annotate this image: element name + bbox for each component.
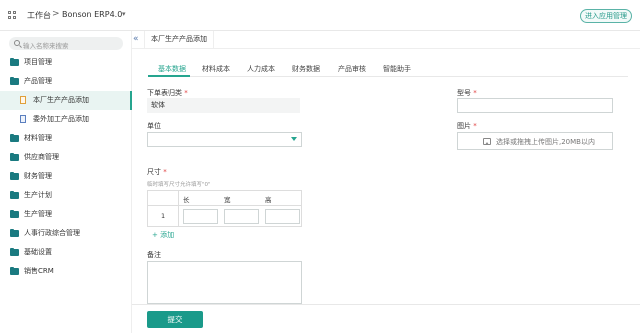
- sidebar-item-production-plan[interactable]: 生产计划: [0, 186, 132, 205]
- chevron-down-icon: [291, 137, 297, 141]
- size-table: 长 宽 高 1: [147, 190, 302, 227]
- breadcrumb-separator: >: [52, 9, 60, 19]
- folder-icon: [10, 228, 19, 237]
- image-icon: [483, 138, 491, 145]
- app-grid-icon[interactable]: [8, 11, 16, 19]
- chevron-down-icon[interactable]: ▾: [122, 10, 126, 18]
- search-input[interactable]: 输入名称来搜索: [9, 37, 123, 50]
- folder-icon: [10, 190, 19, 199]
- folder-icon: [10, 209, 19, 218]
- unit-select[interactable]: [147, 132, 302, 147]
- tab-product-review[interactable]: 产品审核: [338, 64, 366, 74]
- length-input[interactable]: [183, 209, 218, 224]
- tab-divider: [132, 48, 640, 49]
- form-tabs: 基本数据 材料成本 人力成本 财务数据 产品审核 智能助手: [148, 60, 628, 77]
- folder-icon: [10, 171, 19, 180]
- remark-textarea[interactable]: [147, 261, 302, 304]
- sidebar: 输入名称来搜索 项目管理 产品管理 本厂生产产品添加 委外加工产品添加 材料管理…: [0, 31, 132, 333]
- sidebar-item-finance[interactable]: 财务管理: [0, 167, 132, 186]
- unit-label: 单位: [147, 122, 161, 130]
- size-header-height: 高: [265, 196, 272, 204]
- tab-basic-data[interactable]: 基本数据: [158, 64, 186, 74]
- breadcrumb-home[interactable]: 工作台: [27, 10, 51, 21]
- remark-label: 备注: [147, 251, 161, 259]
- image-upload-area[interactable]: 选择或拖拽上传图片,20MB以内: [457, 132, 613, 150]
- sidebar-item-basic-settings[interactable]: 基础设置: [0, 243, 132, 262]
- size-label: 尺寸 *: [147, 168, 167, 176]
- tab-smart-assistant[interactable]: 智能助手: [383, 64, 411, 74]
- top-bar: 工作台 > Bonson ERP4.0 ▾ 进入应用管理: [0, 0, 640, 31]
- tab-finance-data[interactable]: 财务数据: [292, 64, 320, 74]
- sidebar-item-sales-crm[interactable]: 销售CRM: [0, 262, 132, 281]
- sidebar-menu: 项目管理 产品管理 本厂生产产品添加 委外加工产品添加 材料管理 供应商管理 财…: [0, 53, 132, 281]
- model-label: 型号 *: [457, 89, 477, 97]
- model-input[interactable]: [457, 98, 613, 113]
- size-hint: 临时填写尺寸允许填写"0": [147, 182, 211, 188]
- sidebar-item-project[interactable]: 项目管理: [0, 53, 132, 72]
- sidebar-item-material[interactable]: 材料管理: [0, 129, 132, 148]
- form-footer: [132, 304, 640, 333]
- submit-button[interactable]: 提交: [147, 311, 203, 328]
- document-icon: [20, 96, 26, 104]
- folder-icon: [10, 76, 19, 85]
- sidebar-item-supplier[interactable]: 供应商管理: [0, 148, 132, 167]
- height-input[interactable]: [265, 209, 300, 224]
- size-header-width: 宽: [224, 196, 231, 204]
- tab-labor-cost[interactable]: 人力成本: [247, 64, 275, 74]
- size-header-length: 长: [183, 196, 190, 204]
- add-size-row-button[interactable]: + 添加: [152, 230, 174, 240]
- folder-icon: [10, 133, 19, 142]
- breadcrumb-app[interactable]: Bonson ERP4.0: [62, 10, 122, 19]
- enter-app-management-button[interactable]: 进入应用管理: [580, 9, 632, 23]
- size-row-number: 1: [161, 212, 166, 220]
- search-placeholder: 输入名称来搜索: [23, 42, 69, 50]
- folder-icon: [10, 57, 19, 66]
- collapse-sidebar-icon[interactable]: «: [133, 34, 139, 44]
- sidebar-item-hr-admin[interactable]: 人事行政综合管理: [0, 224, 132, 243]
- sidebar-item-in-house-product-add[interactable]: 本厂生产产品添加: [0, 91, 132, 110]
- category-field[interactable]: 软体: [147, 98, 300, 113]
- tab-in-house-product-add[interactable]: 本厂生产产品添加: [144, 31, 214, 48]
- image-label: 图片 *: [457, 122, 477, 130]
- width-input[interactable]: [224, 209, 259, 224]
- folder-icon: [10, 152, 19, 161]
- folder-icon: [10, 266, 19, 275]
- sidebar-item-outsourced-product-add[interactable]: 委外加工产品添加: [0, 110, 132, 129]
- search-icon: [14, 40, 20, 46]
- tab-material-cost[interactable]: 材料成本: [202, 64, 230, 74]
- folder-icon: [10, 247, 19, 256]
- active-tab-indicator: [148, 75, 190, 77]
- sidebar-item-product[interactable]: 产品管理: [0, 72, 132, 91]
- category-label: 下单表归类 *: [147, 89, 188, 97]
- sidebar-item-production[interactable]: 生产管理: [0, 205, 132, 224]
- document-icon: [20, 115, 26, 123]
